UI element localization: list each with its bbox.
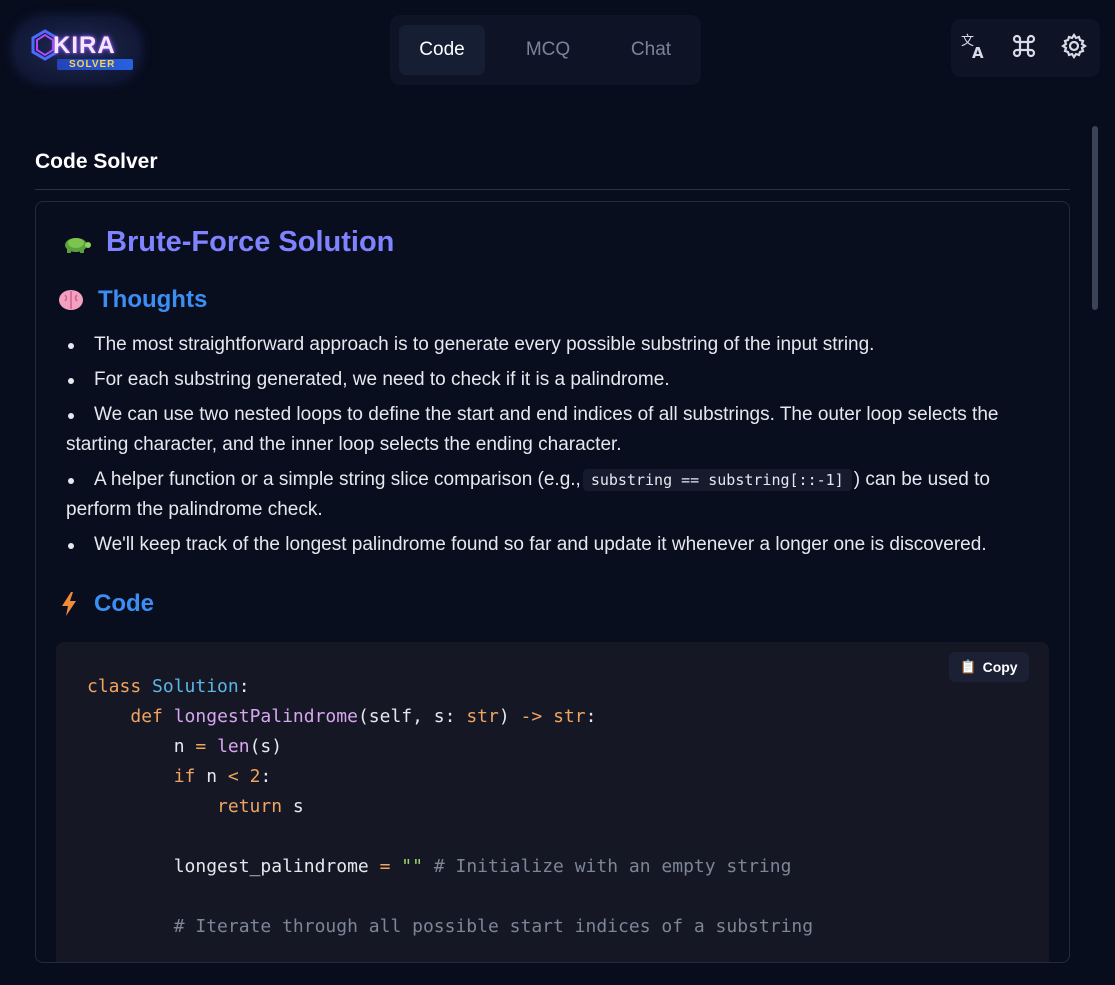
list-item: A helper function or a simple string sli…	[66, 465, 1051, 525]
thoughts-heading-text: Thoughts	[98, 286, 208, 313]
code-heading: Code	[58, 590, 154, 618]
title-divider	[35, 189, 1070, 190]
svg-text:A: A	[972, 44, 984, 61]
page-title: Code Solver	[35, 150, 158, 173]
gear-icon[interactable]	[1059, 31, 1089, 61]
toolbar: 文 A	[951, 19, 1100, 77]
clipboard-icon: 📋	[960, 659, 977, 674]
thoughts-heading: Thoughts	[58, 286, 207, 314]
tab-chat[interactable]: Chat	[608, 25, 694, 75]
turtle-icon	[65, 237, 91, 253]
list-item: We can use two nested loops to define th…	[66, 400, 1051, 460]
command-icon[interactable]	[1009, 31, 1039, 61]
solution-heading: Brute-Force Solution	[60, 226, 394, 259]
tab-code[interactable]: Code	[399, 25, 485, 75]
code-heading-text: Code	[94, 590, 154, 617]
scrollbar-thumb[interactable]	[1092, 126, 1098, 310]
tab-mcq[interactable]: MCQ	[504, 25, 592, 75]
solution-heading-text: Brute-Force Solution	[106, 226, 395, 258]
lightning-icon	[62, 592, 76, 616]
list-item: We'll keep track of the longest palindro…	[66, 530, 1051, 560]
brain-icon	[59, 290, 83, 310]
code-block: 📋 Copy class Solution: def longestPalind…	[56, 642, 1049, 962]
copy-button-label: Copy	[982, 659, 1018, 675]
translate-icon[interactable]: 文 A	[959, 31, 989, 61]
app-logo[interactable]: KIRA SOLVER	[15, 19, 139, 80]
inline-code: substring == substring[::-1]	[582, 469, 852, 491]
code-content: class Solution: def longestPalindrome(se…	[87, 676, 814, 937]
logo-subtitle: SOLVER	[69, 59, 116, 70]
list-item: For each substring generated, we need to…	[66, 365, 1051, 395]
list-item: The most straightforward approach is to …	[66, 330, 1051, 360]
logo-text: KIRA	[53, 32, 116, 59]
mode-tabs: Code MCQ Chat	[390, 15, 701, 85]
solution-card: Brute-Force Solution Thoughts The most s…	[35, 201, 1070, 963]
thoughts-list: The most straightforward approach is to …	[66, 330, 1051, 565]
copy-button[interactable]: 📋 Copy	[949, 652, 1029, 682]
